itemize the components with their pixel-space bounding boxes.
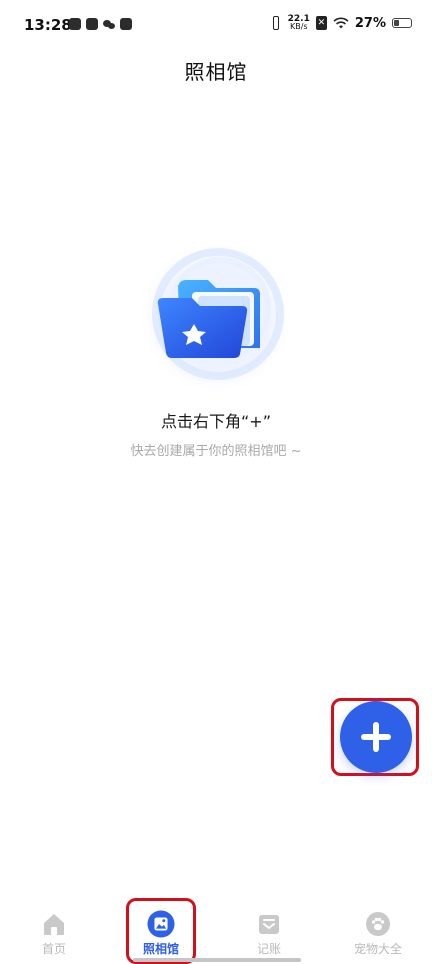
video-app-icon	[69, 18, 81, 30]
nav-item-pets[interactable]: 宠物大全	[343, 910, 413, 962]
empty-state-title: 点击右下角“+”	[161, 412, 271, 431]
nav-label-ledger: 记账	[256, 942, 281, 956]
nav-highlight-box	[126, 898, 196, 964]
network-speed-unit: KB/s	[289, 22, 308, 31]
home-indicator	[133, 958, 301, 962]
battery-icon	[392, 18, 412, 28]
folder-illustration	[138, 240, 294, 396]
notification-icons	[69, 18, 132, 30]
add-album-button[interactable]	[340, 701, 412, 773]
nav-item-home[interactable]: 首页	[19, 910, 89, 962]
battery-percent: 27%	[354, 15, 386, 31]
app-screen: 13:28 22.1 KB/s ✕ 27% 照相馆 点击右下角“+” 快去创建属…	[0, 0, 432, 964]
nav-label-pets: 宠物大全	[353, 942, 402, 956]
nav-item-ledger[interactable]: 记账	[234, 910, 304, 962]
status-time: 13:28	[24, 16, 72, 34]
mail-app-icon	[86, 18, 98, 30]
vibrate-icon	[270, 16, 282, 30]
page-title: 照相馆	[184, 60, 248, 84]
ledger-icon	[259, 915, 279, 934]
nav-label-home: 首页	[41, 942, 66, 956]
wechat-icon	[103, 18, 115, 30]
paw-icon	[366, 912, 390, 936]
status-right: 22.1 KB/s ✕ 27%	[270, 15, 412, 31]
bottom-nav: 首页 照相馆 记账 宠物大全	[0, 900, 432, 964]
no-sim-icon: ✕	[315, 16, 327, 30]
home-icon	[44, 914, 64, 935]
empty-state-subtitle: 快去创建属于你的照相馆吧 ~	[130, 444, 302, 459]
network-speed: 22.1 KB/s	[288, 15, 310, 31]
status-bar: 13:28 22.1 KB/s ✕ 27%	[0, 0, 432, 52]
message-app-icon	[120, 18, 132, 30]
wifi-icon	[333, 17, 349, 29]
plus-icon	[361, 722, 391, 752]
